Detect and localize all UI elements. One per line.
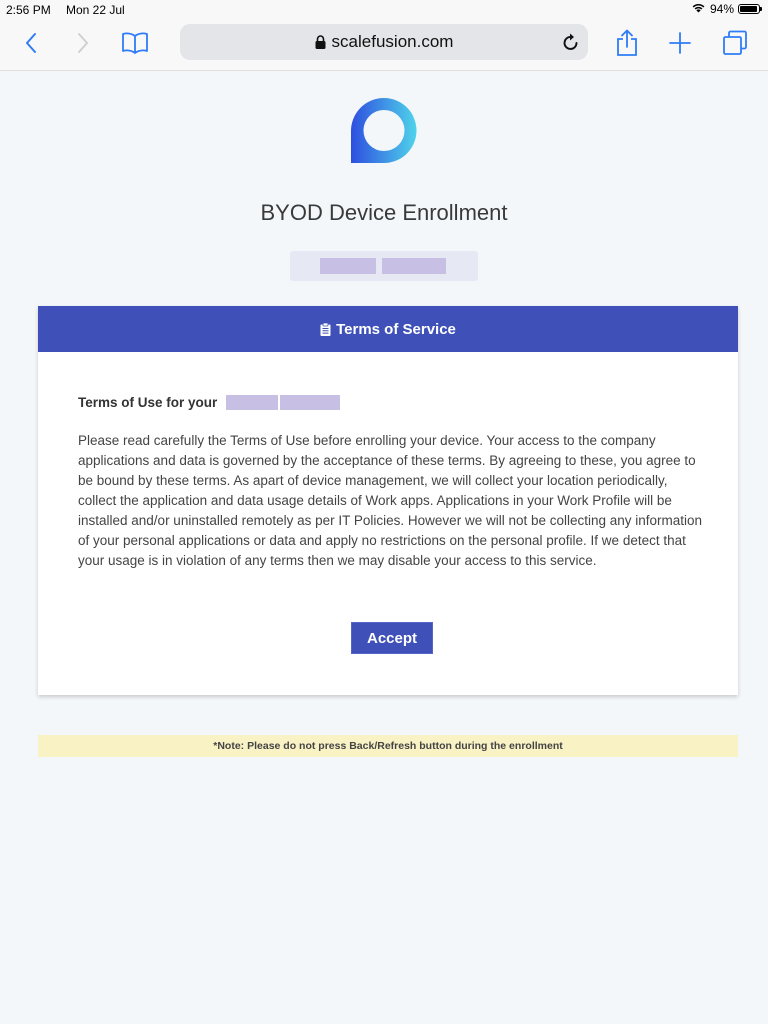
new-tab-button[interactable] xyxy=(663,28,697,62)
share-icon xyxy=(616,29,638,62)
scalefusion-logo xyxy=(350,97,418,163)
redacted-block xyxy=(320,258,376,274)
clipboard-icon xyxy=(320,322,331,336)
redacted-block xyxy=(382,258,446,274)
battery-icon xyxy=(738,4,762,14)
share-button[interactable] xyxy=(610,28,644,62)
plus-icon xyxy=(668,31,692,60)
redacted-block xyxy=(280,395,340,410)
accept-button[interactable]: Accept xyxy=(351,622,433,654)
status-bar: 2:56 PM Mon 22 Jul 94% xyxy=(0,0,768,20)
tabs-icon xyxy=(722,30,748,61)
terms-of-use-heading-text: Terms of Use for your xyxy=(78,395,218,410)
terms-card-title: Terms of Service xyxy=(336,320,456,338)
url-text: scalefusion.com xyxy=(331,32,454,51)
status-time: 2:56 PM xyxy=(6,3,51,17)
back-button[interactable] xyxy=(14,28,48,62)
chevron-right-icon xyxy=(76,32,90,59)
chevron-left-icon xyxy=(24,32,38,59)
browser-toolbar: scalefusion.com xyxy=(0,20,768,71)
forward-button[interactable] xyxy=(66,28,100,62)
address-bar[interactable]: scalefusion.com xyxy=(180,24,588,60)
bookmarks-button[interactable] xyxy=(118,28,152,62)
book-icon xyxy=(121,31,149,60)
reload-icon[interactable] xyxy=(562,32,580,52)
lock-icon xyxy=(315,35,326,49)
redacted-block xyxy=(226,395,278,410)
page-title: BYOD Device Enrollment xyxy=(260,199,508,225)
wifi-icon xyxy=(691,2,706,16)
battery-percent: 94% xyxy=(709,2,734,16)
tabs-button[interactable] xyxy=(718,28,752,62)
organization-name-redacted xyxy=(290,251,478,281)
status-date: Mon 22 Jul xyxy=(66,3,125,17)
terms-body-text: Please read carefully the Terms of Use b… xyxy=(78,433,703,568)
enrollment-note: *Note: Please do not press Back/Refresh … xyxy=(38,735,738,757)
terms-card: Terms of Service Terms of Use for your P… xyxy=(38,306,738,695)
terms-of-use-heading: Terms of Use for your xyxy=(78,395,217,410)
terms-card-header: Terms of Service xyxy=(38,306,738,352)
status-right: 94% xyxy=(691,2,762,16)
